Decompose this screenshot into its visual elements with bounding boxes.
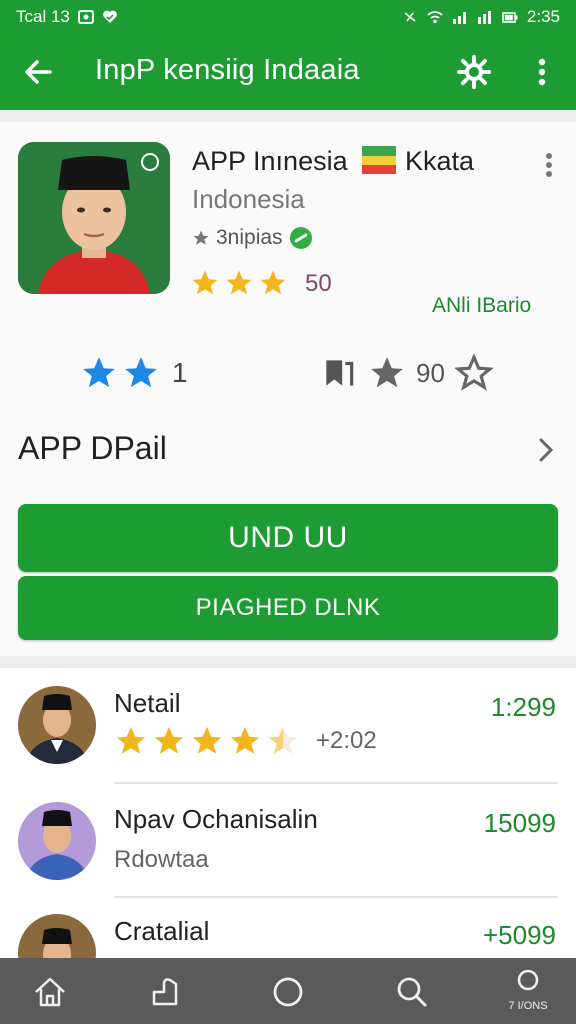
list-item-name: Npav Ochanisalin [114, 804, 318, 834]
avatar [18, 802, 96, 880]
star-icon [192, 270, 218, 295]
toolbar-title: InpP kensiig Indaaia [95, 54, 360, 86]
list-item[interactable]: Cratalial +5099 [0, 896, 576, 958]
back-arrow-icon[interactable] [20, 54, 56, 90]
avatar [18, 686, 96, 764]
portrait-icon [18, 142, 170, 294]
overflow-menu-icon[interactable] [527, 54, 557, 90]
heart-check-icon [102, 10, 117, 23]
blue-star-icon [125, 357, 157, 388]
bottom-navigation-bar: 7 I/ONS [0, 958, 576, 1024]
star-icon [260, 270, 286, 295]
status-left: Tcal 13 [16, 7, 118, 27]
blue-rating-count: 1 [172, 357, 188, 388]
signal2-icon [477, 11, 491, 24]
mute-icon [404, 12, 416, 22]
list-item[interactable]: Npav Ochanisalin Rdowtaa 15099 [0, 784, 576, 896]
status-bar: Tcal 13 2:35 [0, 0, 576, 34]
circle-home-icon[interactable] [268, 972, 308, 1012]
image-icon [77, 10, 94, 24]
chevron-right-icon [539, 438, 554, 462]
carrier-text: Tcal 13 [16, 7, 70, 26]
wifi-icon [427, 11, 443, 24]
star-icon [192, 726, 222, 754]
avatar [18, 914, 96, 958]
rating-stars [190, 268, 288, 298]
action-icons: 90 [320, 354, 493, 392]
app-detail-row[interactable]: APP DPail [0, 422, 576, 478]
blue-star-icon [83, 357, 115, 388]
blue-rating: 1 [80, 354, 188, 392]
home-icon[interactable] [30, 972, 70, 1012]
status-right: 2:35 [402, 7, 560, 27]
list-item-price: +5099 [482, 920, 556, 950]
list-item-price: 1:299 [490, 692, 556, 722]
list-item-subtitle: Rdowtaa [114, 846, 209, 873]
star-icon [226, 270, 252, 295]
bookmark-icon[interactable] [320, 354, 358, 392]
gear-icon[interactable] [456, 54, 492, 90]
star-filled-icon[interactable] [368, 354, 406, 392]
stats-row: 1 90 [0, 350, 576, 400]
star-outline-icon[interactable] [454, 354, 493, 392]
signal-icon [452, 12, 466, 24]
app-category: 3nipias [192, 226, 313, 250]
app-name: APP Inınesia [192, 146, 348, 176]
app-toolbar: InpP kensiig Indaaia [0, 34, 576, 110]
battery-icon [502, 12, 518, 23]
star-count: 90 [416, 357, 445, 388]
list-item-extra: +2:02 [316, 727, 377, 754]
category-label: 3nipias [216, 226, 283, 249]
verified-badge-icon [289, 227, 312, 249]
bag-icon[interactable] [146, 972, 186, 1012]
search-icon[interactable] [392, 972, 432, 1012]
list-item-name: Cratalial [114, 916, 210, 946]
nav-profile-label: 7 I/ONS [508, 1000, 548, 1012]
app-detail-label: APP DPail [18, 430, 167, 466]
secondary-action-button[interactable]: PIAGHED DLNK [18, 576, 558, 640]
app-country: Indonesia [192, 184, 305, 214]
star-outline-small-icon [193, 230, 209, 245]
flag-icon [362, 146, 396, 174]
list-item-name: Netail [114, 688, 181, 718]
star-icon [154, 726, 184, 754]
list-item-price: 15099 [483, 808, 556, 838]
primary-action-button[interactable]: UND UU [18, 504, 558, 572]
app-icon[interactable] [18, 142, 170, 294]
star-icon [116, 726, 146, 754]
list-item-rating: +2:02 [114, 724, 377, 758]
star-icon [230, 726, 260, 754]
app-info-card: APP Inınesia Kkata Indonesia 3nipias 50 … [0, 122, 576, 656]
list-item[interactable]: Netail +2:02 1:299 [0, 668, 576, 780]
related-list: Netail +2:02 1:299 Npav Ochanisalin Rdow… [0, 668, 576, 958]
half-star-icon [268, 726, 298, 754]
app-name-suffix: Kkata [405, 146, 475, 176]
rating-value: 50 [305, 270, 332, 297]
card-overflow-icon[interactable] [540, 150, 558, 180]
developer-link[interactable]: ANli IBario [432, 294, 531, 318]
clock: 2:35 [526, 7, 560, 26]
